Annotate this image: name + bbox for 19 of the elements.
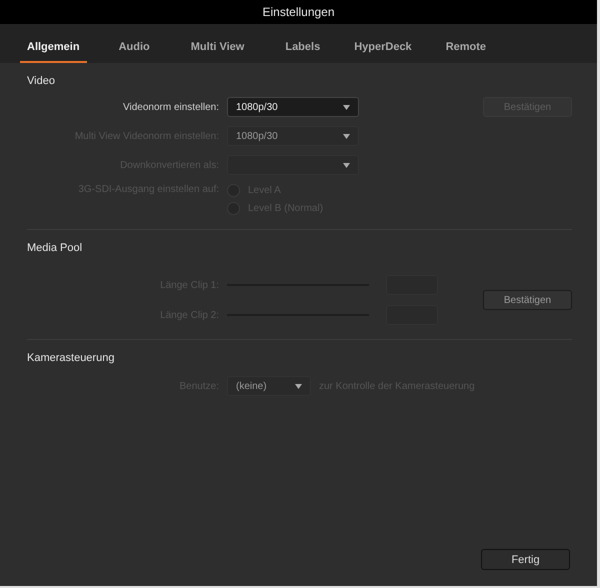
dropdown[interactable]: 1080p/30	[227, 97, 359, 117]
tab[interactable]: Allgemein	[20, 41, 87, 63]
tab[interactable]: Audio	[112, 41, 157, 63]
section-heading: Media Pool	[27, 242, 84, 254]
section-heading: Video	[27, 75, 56, 87]
tab[interactable]: HyperDeck	[347, 41, 419, 63]
tab[interactable]: Labels	[278, 41, 328, 63]
field-label: Videonorm einstellen:	[122, 102, 219, 112]
caret-icon	[343, 134, 350, 138]
tab[interactable]: Multi View	[184, 41, 252, 63]
dropdown[interactable]	[227, 155, 359, 175]
confirm-button[interactable]: Bestätigen	[483, 290, 572, 310]
caret-icon	[343, 162, 350, 168]
section-heading: Kamerasteuerung	[27, 352, 116, 364]
tab[interactable]: Remote	[438, 41, 494, 63]
caret-icon	[295, 384, 302, 388]
window-title: Einstellungen	[262, 5, 335, 19]
caret-icon	[343, 104, 350, 110]
done-button[interactable]: Fertig	[481, 549, 570, 570]
